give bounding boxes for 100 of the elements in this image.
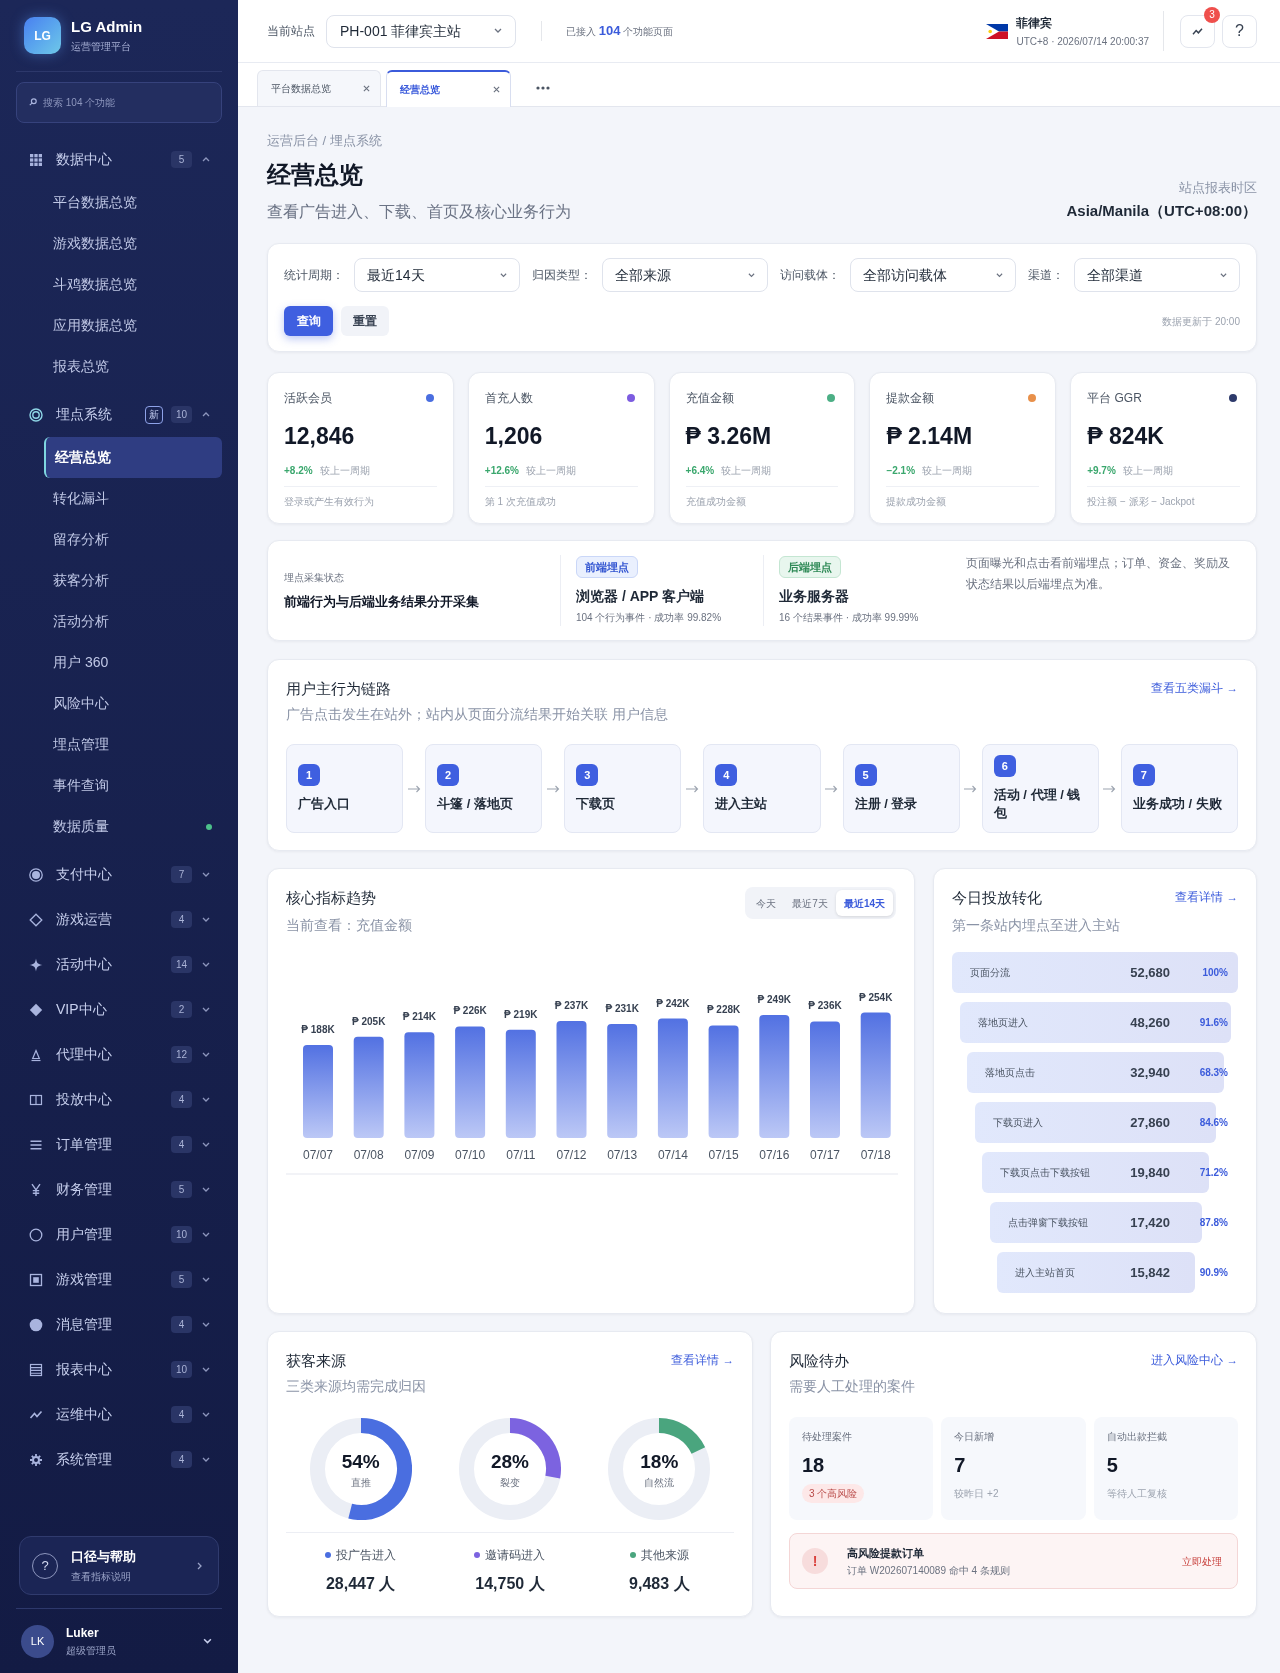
nav-group-label[interactable]: 投放中心 <box>56 1089 112 1110</box>
nav-item[interactable]: 平台数据总览 <box>44 182 222 223</box>
chevron-up-icon[interactable] <box>202 410 210 419</box>
item-count: 5 <box>171 1181 192 1198</box>
nav-item[interactable]: 应用数据总览 <box>44 305 222 346</box>
funnel-step-value: 17,420 <box>1130 1213 1170 1232</box>
chevron-down-icon[interactable] <box>202 1455 210 1464</box>
nav-item[interactable]: 游戏数据总览 <box>44 223 222 264</box>
nav-group-label[interactable]: 埋点系统 <box>56 404 112 425</box>
chevron-down-icon[interactable] <box>500 271 507 279</box>
filter-select[interactable]: 全部访问载体 <box>850 258 1016 292</box>
chevron-down-icon[interactable] <box>202 1140 210 1149</box>
channel-name: 业务服务器 <box>779 587 849 606</box>
nav-item[interactable]: 活动分析 <box>44 601 222 642</box>
tab[interactable]: 平台数据总览 <box>257 70 381 106</box>
step-number: 5 <box>854 764 877 786</box>
query-button[interactable]: 查询 <box>284 306 333 336</box>
chevron-up-icon[interactable] <box>202 155 210 164</box>
chevron-down-icon[interactable] <box>202 1275 210 1284</box>
filter-select[interactable]: 全部渠道 <box>1074 258 1240 292</box>
stat-label: 今日新增 <box>954 1430 995 1443</box>
filter-label: 访问载体： <box>780 267 840 284</box>
help-subtitle: 查看指标说明 <box>71 1569 132 1584</box>
nav-item[interactable]: 获客分析 <box>44 560 222 601</box>
nav-item[interactable]: 风险中心 <box>44 683 222 724</box>
funnel-step-label: 点击弹窗下载按钮 <box>1007 1216 1088 1230</box>
user-role: 超级管理员 <box>66 1643 116 1658</box>
nav-item[interactable]: 转化漏斗 <box>44 478 222 519</box>
page-title: 经营总览 <box>267 160 364 190</box>
filter-label: 归因类型： <box>532 267 592 284</box>
risk-center-link[interactable]: 进入风险中心 → <box>1151 1352 1238 1370</box>
chevron-down-icon[interactable] <box>202 1320 210 1329</box>
chevron-down-icon[interactable] <box>203 1636 212 1646</box>
section-title: 用户主行为链路 <box>286 679 391 699</box>
kpi-change: +12.6% <box>484 464 519 478</box>
timezone-value: Asia/Manila（UTC+08:00） <box>1066 201 1257 221</box>
chevron-down-icon[interactable] <box>202 1365 210 1374</box>
nav-item[interactable]: 事件查询 <box>44 765 222 806</box>
nav-group-label[interactable]: 支付中心 <box>56 864 112 885</box>
chevron-down-icon[interactable] <box>202 915 210 924</box>
reset-button[interactable]: 重置 <box>341 306 389 336</box>
chevron-down-icon[interactable] <box>202 1005 210 1014</box>
filter-select[interactable]: 最近14天 <box>354 258 520 292</box>
nav-item[interactable]: 埋点管理 <box>44 724 222 765</box>
chevron-down-icon[interactable] <box>748 271 755 279</box>
more-icon[interactable] <box>536 86 550 90</box>
chevron-right-icon[interactable] <box>196 1561 204 1570</box>
range-tab[interactable]: 最近14天 <box>835 890 893 916</box>
nav-group-label[interactable]: 系统管理 <box>56 1449 112 1470</box>
user-name: Luker <box>66 1624 100 1641</box>
nav-group-label[interactable]: 活动中心 <box>56 954 112 975</box>
nav-group-label[interactable]: 数据中心 <box>56 149 112 170</box>
range-tab[interactable]: 最近7天 <box>784 890 836 916</box>
nav-group-label[interactable]: 报表中心 <box>56 1359 112 1380</box>
filter-select[interactable]: 全部来源 <box>602 258 768 292</box>
nav-group-label[interactable]: 运维中心 <box>56 1404 112 1425</box>
chevron-down-icon[interactable] <box>202 1230 210 1239</box>
help-button[interactable]: ? <box>1222 14 1257 48</box>
funnel-link[interactable]: 查看五类漏斗 → <box>1151 680 1238 698</box>
nav-group-label[interactable]: 财务管理 <box>56 1179 112 1200</box>
nav-item[interactable]: 留存分析 <box>44 519 222 560</box>
close-icon[interactable] <box>363 85 370 92</box>
chevron-down-icon[interactable] <box>202 1185 210 1194</box>
item-count: 4 <box>171 1091 192 1108</box>
site-select[interactable]: PH-001 菲律宾主站 <box>326 14 516 48</box>
tab[interactable]: 经营总览 <box>386 70 511 107</box>
close-icon[interactable] <box>493 86 500 93</box>
chevron-down-icon[interactable] <box>202 870 210 879</box>
details-link[interactable]: 查看详情 → <box>671 1352 734 1370</box>
nav-group-label[interactable]: 消息管理 <box>56 1314 112 1335</box>
chevron-down-icon[interactable] <box>202 1050 210 1059</box>
help-card[interactable]: ? 口径与帮助 查看指标说明 <box>19 1536 219 1595</box>
nav-item[interactable]: 经营总览 <box>44 437 222 478</box>
chevron-down-icon[interactable] <box>202 1095 210 1104</box>
chevron-down-icon[interactable] <box>494 27 502 35</box>
nav-group-label[interactable]: 用户管理 <box>56 1224 112 1245</box>
chevron-down-icon[interactable] <box>202 960 210 969</box>
nav-group-label[interactable]: VIP中心 <box>56 999 107 1020</box>
nav-item[interactable]: 用户 360 <box>44 642 222 683</box>
item-count: 4 <box>171 911 192 928</box>
stat-value: 7 <box>954 1453 966 1478</box>
item-count: 14 <box>171 956 192 973</box>
bar-value-label: ₱ 205K <box>352 1015 386 1027</box>
section-subtitle: 三类来源均需完成归因 <box>286 1377 427 1396</box>
nav-group-label[interactable]: 订单管理 <box>56 1134 112 1155</box>
nav-item[interactable]: 数据质量 <box>44 806 222 847</box>
chevron-down-icon[interactable] <box>996 271 1003 279</box>
arrow-right-icon <box>1103 784 1117 793</box>
search-field[interactable]: 搜索 104 个功能 <box>16 82 222 123</box>
nav-group-label[interactable]: 游戏管理 <box>56 1269 112 1290</box>
chevron-down-icon[interactable] <box>202 1410 210 1419</box>
nav-item[interactable]: 报表总览 <box>44 346 222 387</box>
nav-item[interactable]: 斗鸡数据总览 <box>44 264 222 305</box>
chevron-down-icon[interactable] <box>1220 271 1227 279</box>
handle-now-link[interactable]: 立即处理 <box>1182 1553 1222 1569</box>
nav-group-label[interactable]: 代理中心 <box>56 1044 112 1065</box>
range-tab[interactable]: 今天 <box>748 890 785 916</box>
nav-group-label[interactable]: 游戏运营 <box>56 909 112 930</box>
stat-note: 等待人工复核 <box>1106 1487 1167 1500</box>
details-link[interactable]: 查看详情 → <box>1175 889 1238 907</box>
